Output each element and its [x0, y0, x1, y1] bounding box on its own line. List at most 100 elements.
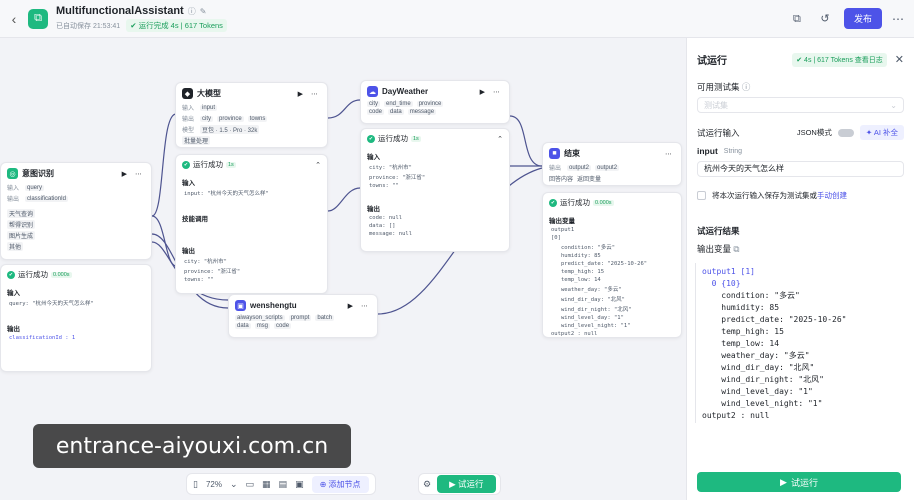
fit-icon[interactable]: ▣	[295, 479, 304, 490]
panel-run-button[interactable]: ▶ 试运行	[697, 472, 901, 492]
save-text: 将本次运行输入保存为测试集或手动创建	[712, 191, 847, 200]
intent-node[interactable]: ◎ 意图识别 ▶ ⋯ 输入 query 输出 classificationId 天气…	[0, 162, 152, 260]
publish-button[interactable]: 发布	[843, 8, 882, 29]
out-tag: output2	[567, 164, 592, 171]
info-icon[interactable]: ⓘ	[188, 6, 196, 17]
llm-node[interactable]: ◆ 大模型 ▶ ⋯ 输入 input 输出 city province towns 模型…	[175, 82, 328, 148]
output-line: output1 [1]	[702, 267, 755, 276]
in-label: 输入	[7, 186, 20, 192]
output-line: output2 : null	[551, 331, 598, 337]
output-line: province: "浙江省"	[184, 269, 241, 275]
ai-fill-button[interactable]: ✦ AI 补全	[859, 125, 904, 140]
add-node-button[interactable]: ⊕ 添加节点	[311, 475, 369, 493]
output-line: [0]	[551, 235, 561, 241]
layout-icon[interactable]: ▤	[279, 479, 288, 490]
out-tag: data	[235, 323, 251, 329]
dataset-select[interactable]: 测试集 ⌄	[697, 97, 904, 113]
output-line: condition: "多云"	[561, 245, 616, 251]
output-line: wind_level_day: "1"	[561, 315, 624, 321]
out-tag: towns	[247, 115, 268, 122]
node-controls[interactable]: ▶ ⋯	[348, 302, 371, 310]
duration: 0.000s	[593, 199, 614, 206]
llm-icon: ◆	[182, 88, 193, 99]
duration: 1s	[226, 161, 236, 168]
output-line: city: "杭州市"	[184, 259, 227, 265]
watermark-banner: entrance-aiyouxi.com.cn	[33, 424, 351, 468]
collapse-icon[interactable]: ⌃	[497, 135, 503, 143]
output-line: output1	[551, 227, 575, 233]
node-controls[interactable]: ⋯	[665, 150, 675, 158]
output-line: temp_low: 14	[702, 339, 780, 348]
out-tag: city	[200, 115, 213, 122]
output-line: message: null	[369, 231, 413, 237]
input-type: String	[723, 147, 743, 155]
debug-icon[interactable]: ⚙	[423, 479, 431, 490]
chevron-down-icon[interactable]: ⌄	[230, 479, 238, 490]
plugin-icon: ☁	[367, 86, 378, 97]
back-icon[interactable]: ‹	[0, 11, 28, 27]
input-heading: 输入	[367, 154, 380, 161]
app-logo-icon: ⧉	[28, 8, 48, 29]
info-icon[interactable]: ⓘ	[742, 82, 751, 92]
close-icon[interactable]: ✕	[895, 53, 904, 66]
input-line: province: "浙江省"	[369, 175, 426, 181]
option-3: 其他	[7, 242, 24, 251]
input-value: input: "杭州今天的天气怎么样"	[184, 191, 269, 197]
comment-icon[interactable]: ▭	[246, 479, 255, 490]
log-badge[interactable]: ✔ 4s | 617 Tokens 查看日志	[792, 52, 887, 67]
more-icon[interactable]: ⋯	[892, 12, 904, 26]
mouse-icon[interactable]: ▯	[193, 479, 198, 490]
output-line: wind_dir_day: "北风"	[702, 363, 815, 372]
input-value: query: "杭州今天的天气怎么样"	[9, 301, 94, 307]
copy-icon[interactable]: ⧉	[788, 10, 806, 28]
save-checkbox[interactable]	[697, 191, 706, 200]
collapse-icon[interactable]: ⌃	[315, 161, 321, 169]
image-gen-node[interactable]: ▣ wenshengtu ▶ ⋯ aiwayson_scripts prompt b…	[228, 294, 378, 338]
result-label: 试运行结果	[697, 226, 740, 236]
input-heading: 输入	[182, 180, 195, 187]
return-value: 返回变量	[577, 177, 602, 183]
output-var-label: 输出变量 ⧉	[697, 244, 740, 254]
output-line: condition: "多云"	[702, 291, 800, 300]
intent-icon: ◎	[7, 168, 18, 179]
in-tag: city	[367, 101, 380, 107]
try-run-button[interactable]: ▶ 试运行	[437, 475, 496, 493]
output-line: data: []	[369, 223, 396, 229]
output-line: wind_level_night: "1"	[702, 399, 823, 408]
success-icon: ✔	[367, 134, 375, 143]
out-label: 输出	[7, 197, 20, 203]
run-status-badge[interactable]: ✔ 运行完成 4s | 617 Tokens	[126, 19, 227, 32]
output-line: wind_dir_night: "北风"	[702, 375, 824, 384]
out-label: 输出	[182, 117, 195, 123]
manual-create-link[interactable]: 手动创建	[817, 191, 847, 200]
weather-node[interactable]: ☁ DayWeather ▶ ⋯ city end_time province co…	[360, 80, 510, 124]
success-icon: ✔	[7, 270, 15, 279]
json-mode-toggle[interactable]	[837, 128, 854, 137]
node-controls[interactable]: ▶ ⋯	[298, 90, 321, 98]
out-tag: output2	[595, 164, 620, 171]
llm-title: 大模型	[197, 89, 221, 98]
end-node[interactable]: ■ 结束 ⋯ 输出 output2 output2 回答内容 返回变量	[542, 142, 682, 186]
run-ok: 运行成功	[18, 270, 48, 279]
option-1: 帮得识别	[7, 220, 36, 229]
output-heading: 输出变量	[549, 218, 575, 225]
in-tag: aiwayson_scripts	[235, 315, 285, 321]
output-heading: 输出	[7, 326, 20, 333]
output-line: wind_dir_day: "北风"	[561, 297, 625, 303]
node-controls[interactable]: ▶ ⋯	[480, 88, 503, 96]
history-icon[interactable]: ↺	[816, 10, 834, 28]
duration: 0.000s	[51, 271, 72, 278]
output-line: temp_low: 14	[561, 277, 601, 283]
in-tag: end_time	[384, 101, 413, 107]
output-line: output2 : null	[702, 411, 770, 420]
output-tree[interactable]: output1 [1] 0 {10} condition: "多云" humid…	[695, 263, 906, 423]
in-tag: input	[200, 104, 218, 111]
output-line: wind_dir_night: "北风"	[561, 307, 632, 313]
out-tag: province	[217, 115, 244, 122]
grid-icon[interactable]: ▦	[262, 479, 271, 490]
input-field[interactable]: 杭州今天的天气怎么样	[697, 161, 904, 177]
output-line: predict_date: "2025-10-26"	[561, 261, 648, 267]
zoom-level[interactable]: 72%	[206, 480, 222, 489]
edit-icon[interactable]: ✎	[200, 7, 207, 16]
node-controls[interactable]: ▶ ⋯	[122, 170, 145, 178]
